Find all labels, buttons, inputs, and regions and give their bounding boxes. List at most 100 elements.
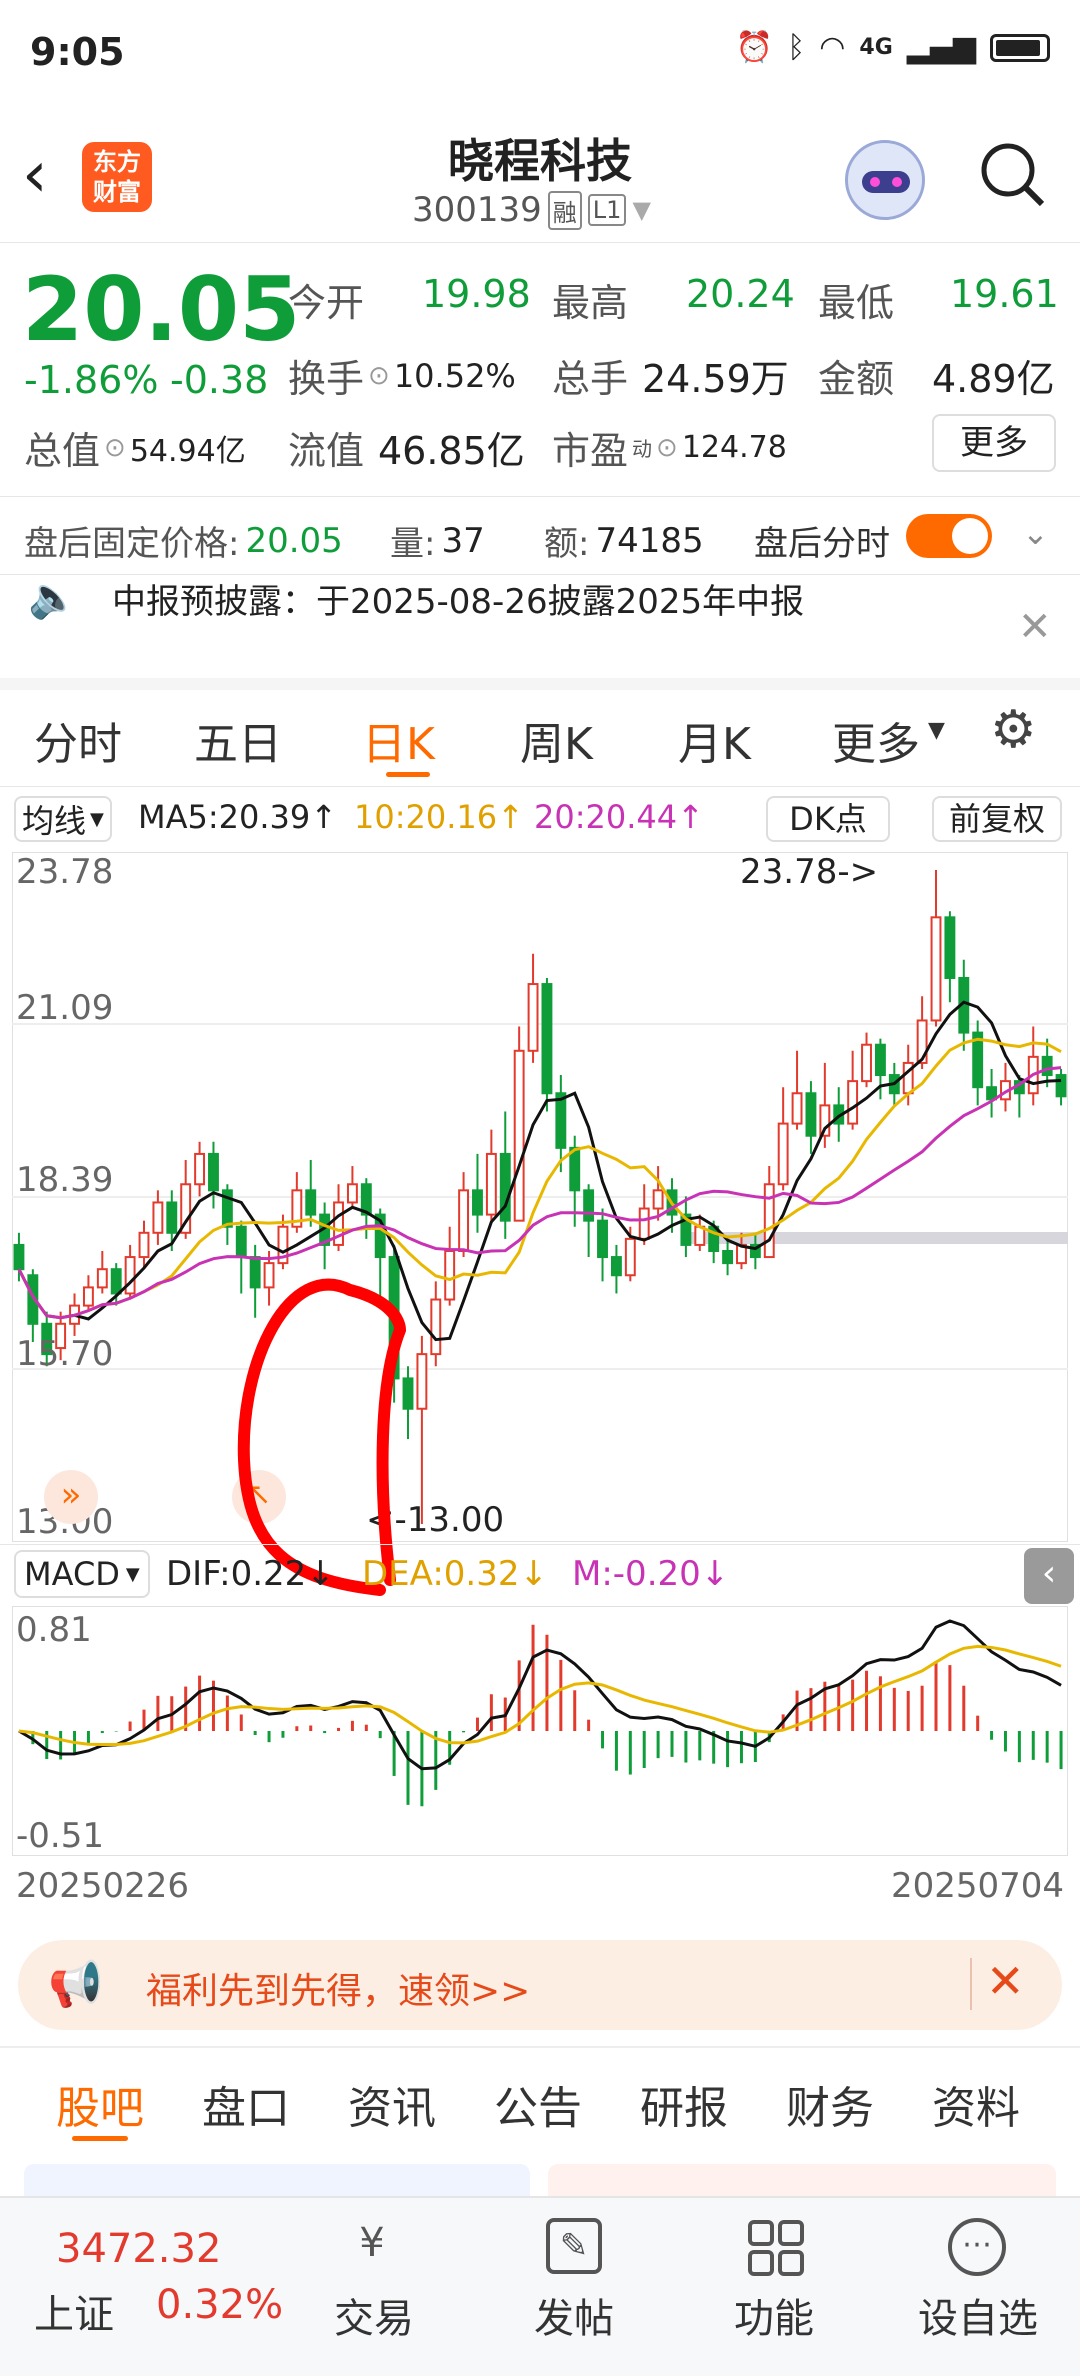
candle-body [874,1043,886,1077]
open-label: 今开 [288,281,365,325]
support-band [688,1232,1068,1244]
alarm-icon: ⏰ [735,30,774,65]
bottom-nav: 3472.32 上证 0.32% ¥ 交易 ✎ 发帖 功能 ⋯ 设自选 [0,2196,1080,2376]
ah-vol-row: 量: 37 [390,516,485,565]
candle-body [194,1152,206,1186]
tab-weekly-k[interactable]: 周K [520,708,593,772]
current-price: 20.05 [22,258,301,361]
kline-chart[interactable] [12,852,1068,1542]
macd-chart[interactable] [12,1606,1068,1856]
watchlist-icon: ⋯ [948,2218,1006,2276]
candle-body [569,1146,581,1192]
expand-icon[interactable]: » [44,1470,98,1524]
tab-daily-k[interactable]: 日K [362,708,435,772]
tab-five-day[interactable]: 五日 [194,708,282,772]
candle-body [624,1237,636,1277]
stock-code-row[interactable]: 300139 融 L1 ▼ [412,190,651,230]
tab-profile[interactable]: 资料 [932,2072,1020,2136]
notice-text[interactable]: 中报预披露：于2025-08-26披露2025年中报 [112,574,804,623]
turnover-label: 换手 [288,357,365,401]
low-value: 19.61 [950,272,1059,316]
candle-body [472,1189,483,1216]
nav-functions[interactable]: 功能 [734,2286,814,2344]
close-icon[interactable]: ✕ [1018,604,1052,650]
gear-icon[interactable]: ⚙ [990,700,1037,760]
candle-body [1055,1074,1067,1098]
candle-body [805,1092,817,1137]
candle-body [82,1286,94,1307]
candle-body [235,1225,247,1259]
high-value: 20.24 [686,272,795,316]
collapse-panel-icon[interactable]: ‹ [1024,1548,1074,1604]
mcap-value: 54.94亿 [129,433,246,469]
m-value: M:-0.20↓ [572,1554,730,1594]
candle-body [513,1049,525,1222]
nav-trade[interactable]: 交易 [334,2286,414,2344]
ma20-value: 20:20.44↑ [534,798,704,836]
robot-assistant-icon[interactable] [845,140,925,220]
candle-body [847,1080,859,1125]
candle-body [13,1243,25,1271]
ah-toggle-label: 盘后分时 [754,524,890,564]
candle-body [638,1207,650,1240]
candle-body [458,1189,470,1252]
tab-forum[interactable]: 股吧 [56,2072,144,2136]
nav-watchlist[interactable]: 设自选 [918,2286,1038,2344]
date-end: 20250704 [890,1866,1064,1906]
price-axis-2: 21.09 [16,988,114,1028]
pe-row: 市盈 动 ⊙ 124.78 [552,420,787,475]
macd-axis-bottom: -0.51 [16,1816,104,1856]
battery-icon [990,33,1050,62]
ma-select[interactable]: 均线 ▼ [14,796,112,842]
turnover-row: 换手 ⊙ 10.52% [288,348,516,403]
dk-button[interactable]: DK点 [766,796,890,842]
tab-news[interactable]: 资讯 [348,2072,436,2136]
candle-body [652,1189,664,1210]
search-icon[interactable] [978,140,1045,207]
more-button[interactable]: 更多 [932,414,1056,472]
chevron-down-icon: ▼ [125,1563,140,1585]
amount-value: 4.89亿 [932,357,1055,401]
info-icon[interactable]: ⊙ [368,361,390,391]
chevron-down-icon: ▼ [632,196,651,224]
ah-vol-label: 量: [390,524,436,564]
tab-orderbook[interactable]: 盘口 [202,2072,290,2136]
period-tabs: 分时 五日 日K 周K 月K 更多 ▼ ⚙ [0,700,1080,780]
float-value: 46.85亿 [378,429,525,473]
float-label: 流值 [288,429,365,473]
candle-body [555,1092,567,1149]
candle-body [152,1201,164,1234]
index-value: 3472.32 [56,2226,222,2272]
high-label: 最高 [552,281,629,325]
close-icon[interactable]: ✕ [986,1954,1025,2008]
macd-select[interactable]: MACD ▼ [14,1550,150,1598]
low-label: 最低 [818,281,895,325]
trade-icon: ¥ [359,2220,385,2266]
tab-monthly-k[interactable]: 月K [678,708,751,772]
candle-body [763,1183,775,1259]
promo-banner[interactable]: 📢 福利先到先得，速领>> ✕ [18,1940,1062,2030]
level-tag: L1 [587,194,627,226]
high-annotation: 23.78-> [740,852,879,892]
candle-body [110,1268,122,1295]
functions-icon [746,2218,806,2278]
volume-value: 24.59万 [642,357,789,401]
stock-code: 300139 [412,190,542,230]
candle-body [541,983,553,1095]
tab-announcements[interactable]: 公告 [494,2072,582,2136]
info-icon[interactable]: ⊙ [104,433,126,463]
signal-icon: ▂▄▆ [906,30,976,65]
nav-post[interactable]: 发帖 [534,2286,614,2344]
tab-intraday[interactable]: 分时 [34,708,122,772]
ah-toggle-switch[interactable] [906,514,992,558]
tab-research[interactable]: 研报 [640,2072,728,2136]
candle-body [1041,1055,1053,1077]
chevron-down-icon[interactable]: ⌄ [1022,514,1049,552]
adjust-button[interactable]: 前复权 [932,796,1062,842]
tab-more[interactable]: 更多 [832,708,920,772]
info-icon[interactable]: ⊙ [656,433,678,463]
megaphone-icon: 📢 [48,1959,103,2010]
ah-price: 20.05 [245,520,343,561]
tab-indicator [386,772,430,777]
tab-finance[interactable]: 财务 [786,2072,874,2136]
